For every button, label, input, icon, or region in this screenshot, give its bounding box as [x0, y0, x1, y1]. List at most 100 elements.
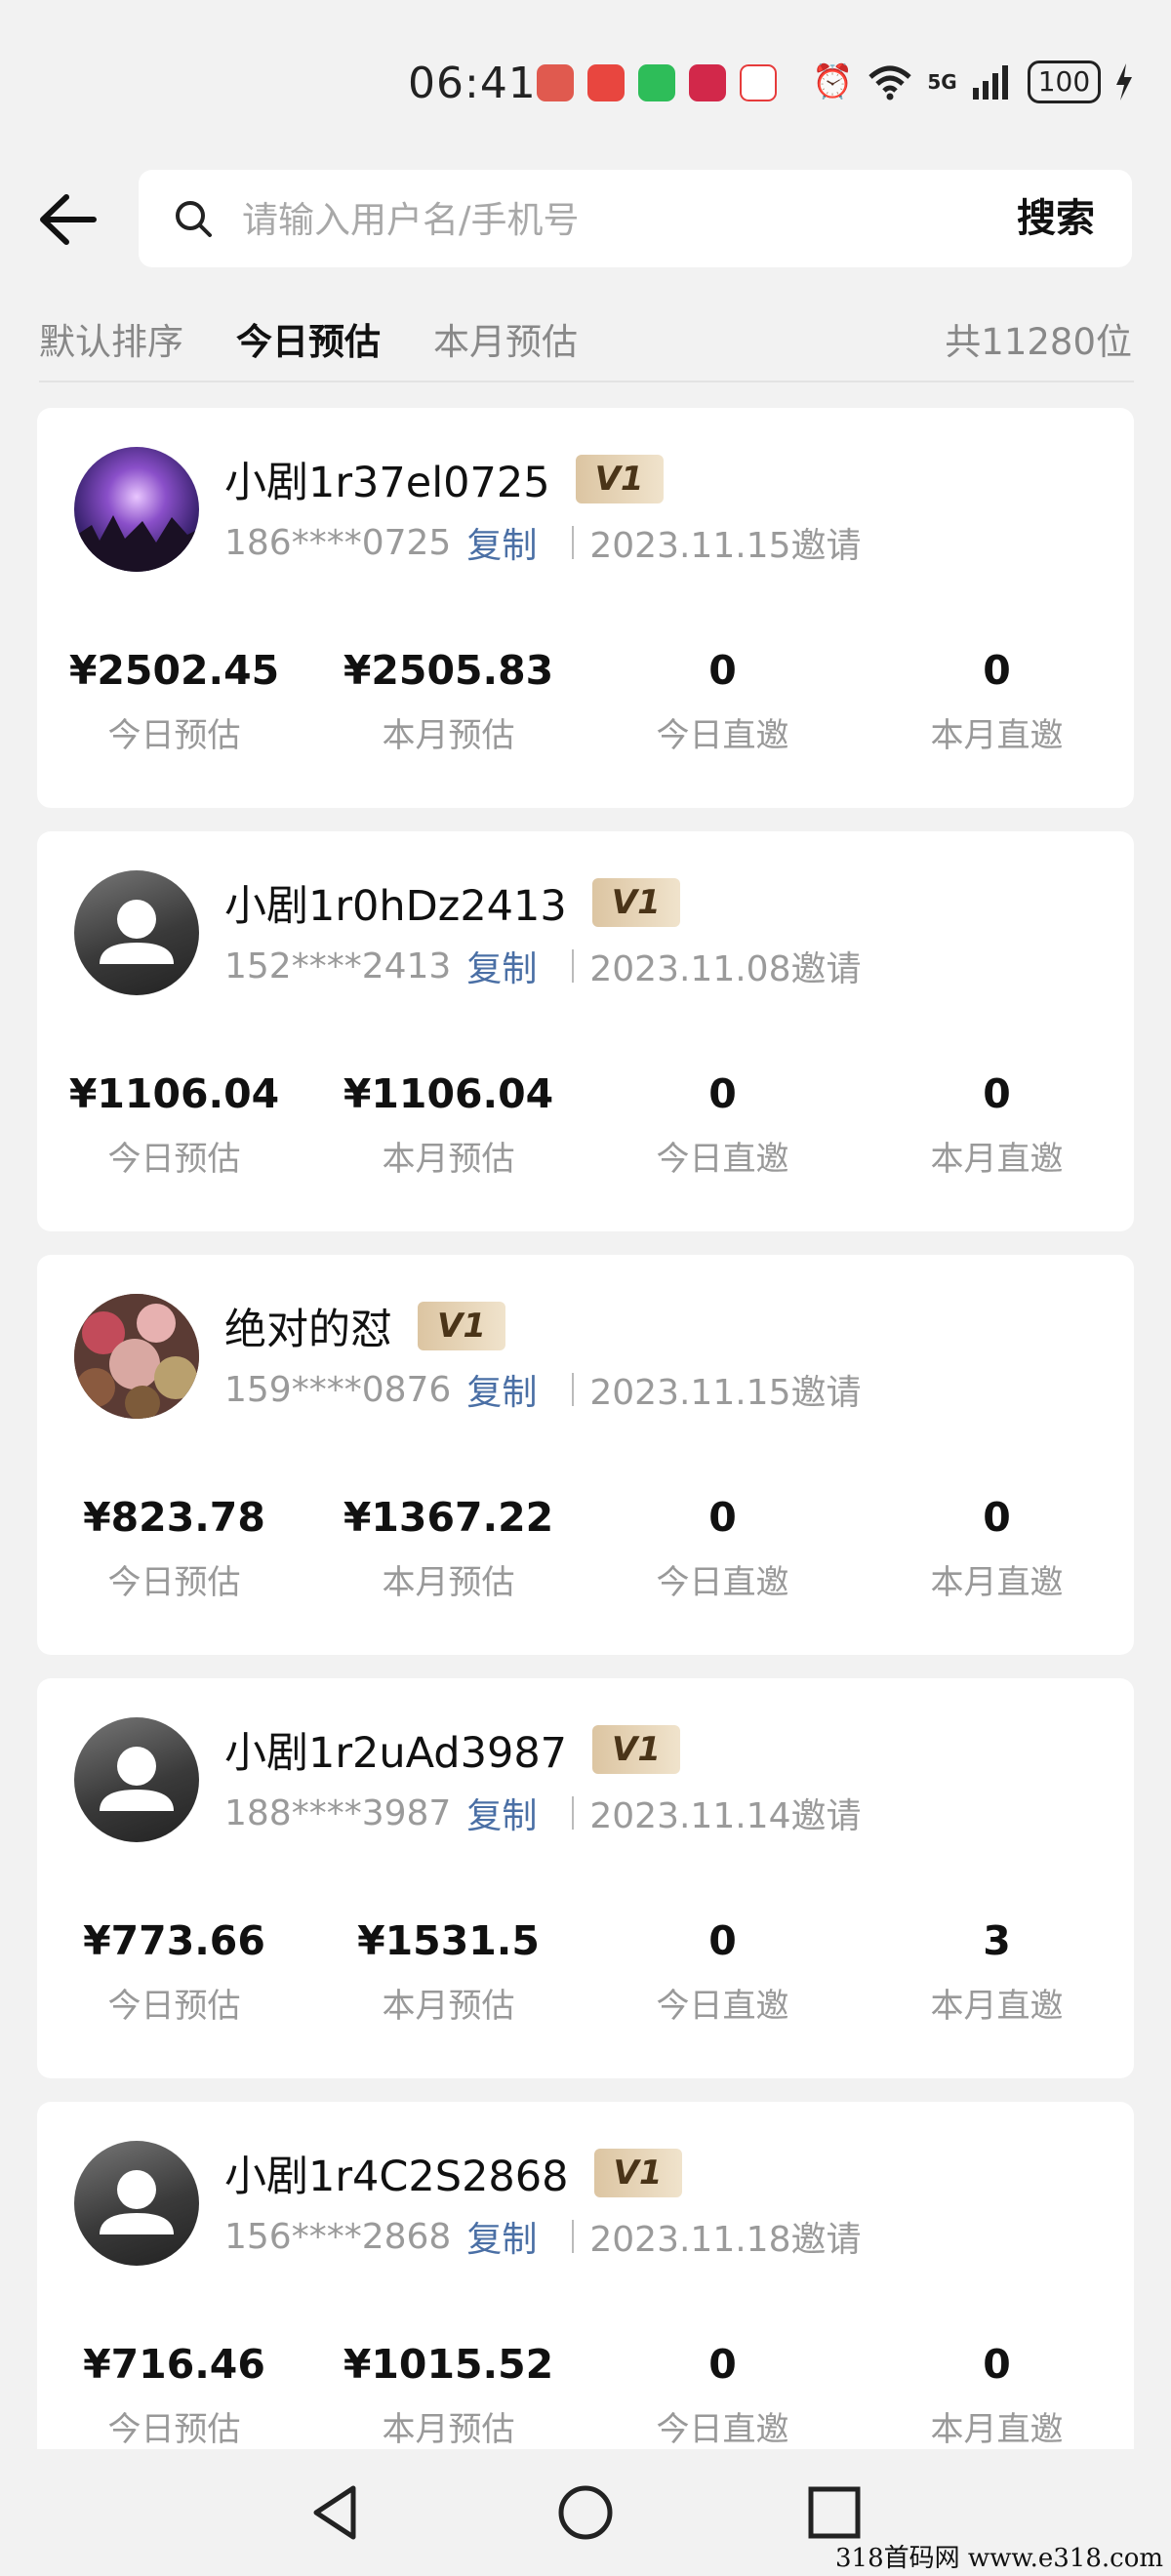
stat-label: 今日直邀 — [656, 716, 789, 755]
phone-number: 159****0876 — [224, 1369, 452, 1410]
stats-row: ¥1106.04 今日预估 ¥1106.04 本月预估 0 今日直邀 0 本月直… — [37, 1066, 1134, 1180]
stat-label: 本月直邀 — [930, 2410, 1064, 2449]
stat-value: 3 — [983, 1917, 1011, 1964]
invite-date: 2023.11.14邀请 — [589, 1796, 862, 1836]
avatar — [74, 2141, 199, 2266]
user-card[interactable]: 小剧1r0hDz2413 V1 152****2413 复制 2023.11.0… — [37, 831, 1134, 1231]
stat-value: ¥2502.45 — [68, 647, 280, 694]
stats-row: ¥773.66 今日预估 ¥1531.5 本月预估 0 今日直邀 3 本月直邀 — [37, 1912, 1134, 2027]
stat-value: 0 — [708, 647, 737, 694]
status-time: 06:41 — [408, 59, 537, 108]
avatar — [74, 1717, 199, 1842]
stat-today-estimate: ¥1106.04 今日预估 — [37, 1066, 311, 1180]
avatar — [74, 447, 199, 572]
stat-label: 本月直邀 — [930, 716, 1064, 755]
stat-label: 今日预估 — [107, 1563, 241, 1602]
user-meta-row: 156****2868 复制 2023.11.18邀请 — [224, 2211, 861, 2262]
divider — [572, 1373, 575, 1406]
search-header: 搜索 — [0, 166, 1171, 273]
tab-month-estimate[interactable]: 本月预估 — [433, 312, 578, 365]
stat-label: 本月直邀 — [930, 1140, 1064, 1179]
stat-month-invite: 3 本月直邀 — [860, 1912, 1134, 2027]
default-user-icon — [100, 1747, 174, 1811]
alarm-icon: ⏰ — [812, 62, 854, 101]
tab-today-estimate[interactable]: 今日预估 — [236, 312, 381, 365]
nav-home-icon[interactable] — [551, 2478, 620, 2547]
invite-date: 2023.11.15邀请 — [589, 526, 862, 566]
copy-button[interactable]: 复制 — [466, 2211, 537, 2262]
nav-back-icon[interactable] — [303, 2478, 371, 2547]
china-unicom-icon — [740, 64, 777, 101]
copy-button[interactable]: 复制 — [466, 1788, 537, 1838]
copy-button[interactable]: 复制 — [466, 517, 537, 568]
stat-value: ¥773.66 — [83, 1917, 265, 1964]
divider — [572, 526, 575, 559]
shopping-app-icon — [689, 64, 726, 101]
level-badge: V1 — [418, 1302, 505, 1350]
user-name: 小剧1r0hDz2413 — [224, 882, 567, 931]
stat-today-invite: 0 今日直邀 — [586, 1912, 860, 2027]
stat-today-estimate: ¥716.46 今日预估 — [37, 2336, 311, 2450]
notification-app-icons — [537, 64, 777, 101]
stat-label: 今日直邀 — [656, 2410, 789, 2449]
stat-value: 0 — [983, 2341, 1011, 2388]
nav-recents-icon[interactable] — [800, 2478, 868, 2547]
copy-button[interactable]: 复制 — [466, 1364, 537, 1415]
stat-label: 本月预估 — [382, 1563, 515, 1602]
user-meta-row: 159****0876 复制 2023.11.15邀请 — [224, 1364, 861, 1415]
stat-month-invite: 0 本月直邀 — [860, 1066, 1134, 1180]
stat-label: 今日直邀 — [656, 1563, 789, 1602]
divider — [572, 949, 575, 983]
phone-number: 186****0725 — [224, 522, 452, 563]
back-arrow-icon[interactable] — [33, 185, 111, 254]
stat-label: 今日预估 — [107, 716, 241, 755]
divider — [572, 2220, 575, 2253]
user-name-row: 小剧1r37el0725 V1 — [224, 449, 664, 509]
network-type: 5G — [927, 70, 957, 94]
level-badge: V1 — [575, 455, 664, 503]
stat-today-invite: 0 今日直邀 — [586, 1066, 860, 1180]
stat-value: ¥1015.52 — [343, 2341, 554, 2388]
stat-label: 本月预估 — [382, 716, 515, 755]
stat-value: 0 — [708, 1070, 737, 1117]
stat-month-estimate: ¥1367.22 本月预估 — [311, 1489, 586, 1603]
galaxy-photo — [74, 515, 199, 572]
search-button[interactable]: 搜索 — [1017, 170, 1095, 267]
level-badge: V1 — [591, 878, 680, 927]
stat-label: 本月直邀 — [930, 1563, 1064, 1602]
user-name-row: 小剧1r0hDz2413 V1 — [224, 872, 680, 933]
copy-button[interactable]: 复制 — [466, 941, 537, 991]
level-badge: V1 — [593, 2149, 682, 2197]
tab-default-sort[interactable]: 默认排序 — [39, 312, 183, 365]
level-badge: V1 — [592, 1725, 681, 1774]
search-input[interactable] — [240, 170, 927, 269]
stat-today-invite: 0 今日直邀 — [586, 1489, 860, 1603]
stat-today-invite: 0 今日直邀 — [586, 2336, 860, 2450]
stat-today-estimate: ¥823.78 今日预估 — [37, 1489, 311, 1603]
phone-number: 152****2413 — [224, 946, 452, 986]
stat-month-invite: 0 本月直邀 — [860, 642, 1134, 756]
stats-row: ¥2502.45 今日预估 ¥2505.83 本月预估 0 今日直邀 0 本月直… — [37, 642, 1134, 756]
stat-month-invite: 0 本月直邀 — [860, 2336, 1134, 2450]
user-card[interactable]: 绝对的怼 V1 159****0876 复制 2023.11.15邀请 ¥823… — [37, 1255, 1134, 1655]
stat-month-estimate: ¥1106.04 本月预估 — [311, 1066, 586, 1180]
stat-value: ¥2505.83 — [343, 647, 554, 694]
stat-label: 今日直邀 — [656, 1987, 789, 2026]
user-meta-row: 152****2413 复制 2023.11.08邀请 — [224, 941, 861, 991]
status-indicators: ⏰ 5G 100 — [812, 60, 1134, 103]
user-card[interactable]: 小剧1r2uAd3987 V1 188****3987 复制 2023.11.1… — [37, 1678, 1134, 2078]
user-name-row: 小剧1r2uAd3987 V1 — [224, 1719, 681, 1780]
stat-value: 0 — [708, 1494, 737, 1541]
charging-icon — [1116, 63, 1133, 101]
stat-value: 0 — [983, 1070, 1011, 1117]
stat-label: 今日预估 — [107, 1987, 241, 2026]
stat-label: 本月预估 — [382, 2410, 515, 2449]
default-user-icon — [100, 2170, 174, 2234]
stat-value: 0 — [983, 1494, 1011, 1541]
user-card[interactable]: 小剧1r4C2S2868 V1 156****2868 复制 2023.11.1… — [37, 2102, 1134, 2502]
user-name: 绝对的怼 — [224, 1306, 392, 1354]
total-count: 共11280位 — [945, 321, 1132, 363]
stat-today-estimate: ¥773.66 今日预估 — [37, 1912, 311, 2027]
user-card[interactable]: 小剧1r37el0725 V1 186****0725 复制 2023.11.1… — [37, 408, 1134, 808]
phone-number: 156****2868 — [224, 2216, 452, 2257]
